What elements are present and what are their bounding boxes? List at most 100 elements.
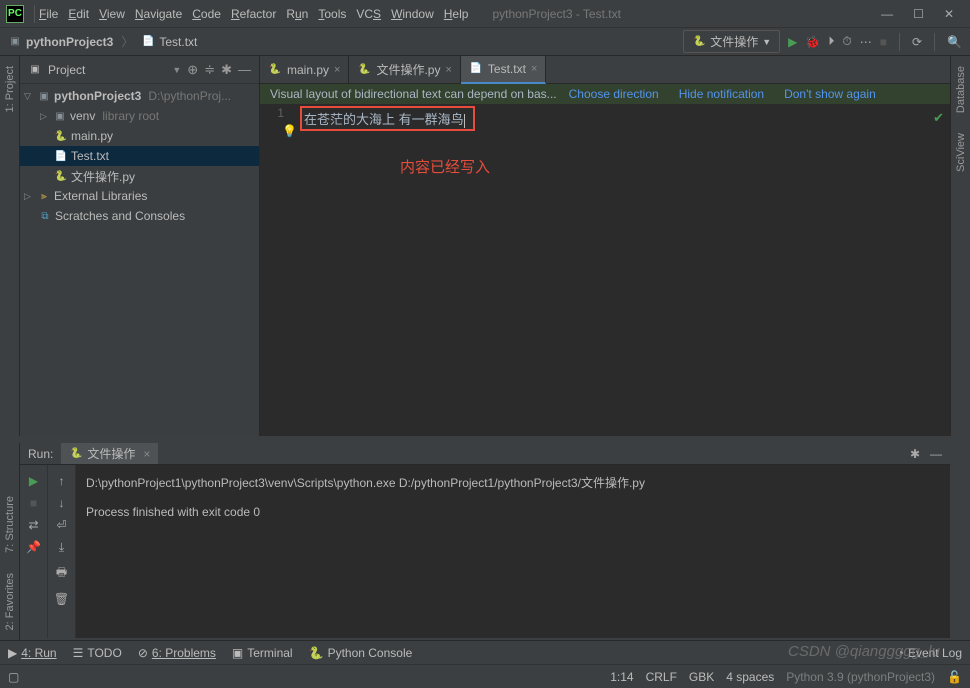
run-config-label: 文件操作 [710, 33, 758, 50]
pycharm-logo: PC [6, 5, 24, 23]
banner-choose-direction[interactable]: Choose direction [569, 87, 659, 101]
close-icon[interactable]: × [531, 63, 537, 75]
tool-terminal[interactable]: ▣ Terminal [232, 646, 293, 660]
project-tree: ▽▣ pythonProject3 D:\pythonProj... ▷▣ ve… [20, 84, 259, 436]
tool-sciview[interactable]: SciView [955, 133, 967, 172]
interpreter[interactable]: Python 3.9 (pythonProject3) [786, 670, 935, 684]
menu-code[interactable]: Code [192, 7, 221, 21]
folder-icon: ▣ [8, 35, 22, 49]
tool-todo[interactable]: ☰ TODO [73, 646, 122, 660]
lock-icon[interactable]: 🔓 [947, 670, 962, 684]
line-separator[interactable]: CRLF [646, 670, 677, 684]
print-button[interactable]: 🖶 [56, 563, 67, 584]
menu-vcs[interactable]: VCS [356, 7, 381, 21]
file-encoding[interactable]: GBK [689, 670, 714, 684]
editor-content[interactable]: 在苍茫的大海上 有一群海鸟 [300, 106, 475, 131]
scroll-button[interactable]: ⤓ [59, 540, 64, 555]
menu-tools[interactable]: Tools [318, 7, 346, 21]
up-button[interactable]: ↑ [59, 474, 65, 488]
close-icon[interactable]: × [445, 64, 451, 76]
caret-position[interactable]: 1:14 [610, 670, 633, 684]
editor-banner: Visual layout of bidirectional text can … [260, 84, 950, 104]
banner-hide-notification[interactable]: Hide notification [679, 87, 764, 101]
clear-button[interactable]: 🗑 [54, 592, 69, 606]
close-icon[interactable]: × [143, 447, 150, 461]
tool-problems[interactable]: ⊘ 6: Problems [138, 646, 216, 660]
navigation-bar: ▣ pythonProject3 〉 📄 Test.txt 🐍 文件操作 ▼ ▶… [0, 28, 970, 56]
tool-run[interactable]: ▶ 4: Run [8, 646, 57, 660]
menu-file[interactable]: File [39, 7, 58, 21]
project-panel-title: Project [48, 63, 166, 77]
hide-button[interactable]: — [238, 62, 251, 77]
tool-project[interactable]: 1: Project [4, 66, 16, 112]
tab-test[interactable]: 📄 Test.txt × [461, 56, 546, 84]
run-hide-button[interactable]: — [930, 447, 942, 461]
tree-fileop[interactable]: 🐍文件操作.py [20, 166, 259, 186]
run-tab[interactable]: 🐍 文件操作 × [61, 443, 158, 464]
menu-help[interactable]: Help [444, 7, 469, 21]
pin-button[interactable]: 📌 [26, 540, 41, 554]
file-icon: 📄 [141, 35, 155, 49]
indent-setting[interactable]: 4 spaces [726, 670, 774, 684]
toolwindows-button[interactable]: ▢ [8, 670, 19, 684]
project-panel: ▣ Project ▼ ⊕ ≑ ✱ — ▽▣ pythonProject3 D:… [20, 56, 260, 436]
tree-main[interactable]: 🐍main.py [20, 126, 259, 146]
layout-button[interactable]: ⇄ [28, 518, 38, 532]
inspection-ok-icon[interactable]: ✔ [933, 110, 944, 126]
run-button[interactable]: ▶ [788, 35, 797, 49]
settings-icon[interactable]: ✱ [221, 62, 232, 78]
run-output[interactable]: D:\pythonProject1\pythonProject3\venv\Sc… [76, 444, 950, 638]
run-tab-label: 文件操作 [87, 445, 135, 462]
tab-main[interactable]: 🐍 main.py × [260, 56, 349, 84]
banner-dont-show[interactable]: Don't show again [784, 87, 876, 101]
attach-button[interactable]: ⋯ [860, 35, 872, 49]
close-icon[interactable]: × [334, 64, 340, 76]
run-coverage-button[interactable]: ⏵ [828, 34, 834, 49]
minimize-button[interactable]: ― [881, 7, 893, 21]
debug-button[interactable]: 🐞 [805, 35, 820, 49]
status-bar: ▢ 1:14 CRLF GBK 4 spaces Python 3.9 (pyt… [0, 664, 970, 688]
locate-button[interactable]: ⊕ [187, 62, 198, 78]
menu-run[interactable]: Run [286, 7, 308, 21]
tab-label: main.py [287, 63, 329, 77]
tool-structure[interactable]: 7: Structure [4, 496, 16, 553]
menu-refactor[interactable]: Refactor [231, 7, 276, 21]
run-settings-icon[interactable]: ✱ [910, 447, 920, 461]
tree-external[interactable]: ▷⫸ External Libraries [20, 186, 259, 206]
rerun-button[interactable]: ▶ [29, 474, 38, 488]
tool-favorites[interactable]: 2: Favorites [4, 573, 16, 630]
tree-scratches[interactable]: ⧉ Scratches and Consoles [20, 206, 259, 226]
stop-button[interactable]: ■ [880, 35, 887, 49]
menu-edit[interactable]: Edit [68, 7, 89, 21]
stop-run-button[interactable]: ■ [30, 496, 37, 510]
menu-bar: File Edit View Navigate Code Refactor Ru… [39, 7, 468, 21]
close-button[interactable]: ✕ [944, 7, 954, 21]
chevron-down-icon: ▼ [762, 37, 771, 47]
tool-database[interactable]: Database [955, 66, 967, 113]
tree-test[interactable]: 📄Test.txt [20, 146, 259, 166]
chevron-down-icon[interactable]: ▼ [172, 65, 181, 75]
run-config-dropdown[interactable]: 🐍 文件操作 ▼ [683, 30, 780, 53]
tab-fileop[interactable]: 🐍 文件操作.py × [349, 56, 460, 84]
intention-bulb-icon[interactable]: 💡 [282, 124, 297, 138]
run-panel-header: Run: 🐍 文件操作 × ✱ — [20, 443, 950, 465]
menu-view[interactable]: View [99, 7, 125, 21]
title-bar: PC File Edit View Navigate Code Refactor… [0, 0, 970, 28]
left-tool-strip: 1: Project [0, 56, 20, 436]
breadcrumb-project[interactable]: pythonProject3 [26, 35, 113, 49]
tree-root[interactable]: ▽▣ pythonProject3 D:\pythonProj... [20, 86, 259, 106]
vcs-button[interactable]: ⟳ [912, 35, 922, 49]
menu-window[interactable]: Window [391, 7, 434, 21]
menu-navigate[interactable]: Navigate [135, 7, 182, 21]
search-button[interactable]: 🔍 [947, 35, 962, 49]
tree-venv[interactable]: ▷▣ venv library root [20, 106, 259, 126]
down-button[interactable]: ↓ [59, 496, 65, 510]
breadcrumb-file[interactable]: Test.txt [159, 35, 197, 49]
maximize-button[interactable]: ☐ [913, 7, 924, 21]
expand-button[interactable]: ≑ [204, 62, 215, 78]
profile-button[interactable]: ⏱ [842, 34, 851, 49]
breadcrumb: ▣ pythonProject3 〉 📄 Test.txt [8, 33, 197, 50]
editor: 🐍 main.py × 🐍 文件操作.py × 📄 Test.txt × Vis… [260, 56, 950, 436]
wrap-button[interactable]: ⏎ [56, 518, 66, 532]
tool-pyconsole[interactable]: 🐍 Python Console [309, 646, 413, 660]
